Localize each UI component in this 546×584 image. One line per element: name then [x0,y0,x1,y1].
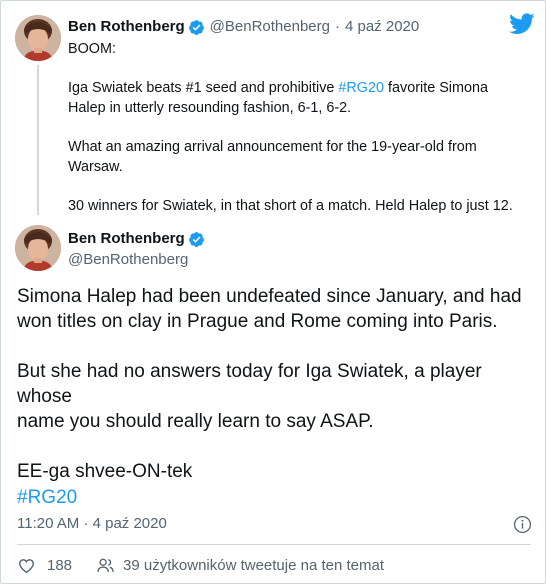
parent-text-line: What an amazing arrival announcement for… [68,139,477,155]
verified-badge-icon [188,19,204,35]
parent-tweet-text: BOOM: Iga Swiatek beats #1 seed and proh… [68,39,534,216]
parent-avatar[interactable] [15,15,61,61]
people-tweeting-link[interactable]: 39 użytkowników tweetuje na ten temat [123,557,384,574]
main-text-line: name you should really learn to say ASAP… [17,411,374,432]
main-tweet-text: Simona Halep had been undefeated since J… [17,284,537,484]
parent-tweet-date[interactable]: 4 paź 2020 [345,17,419,37]
main-author-name[interactable]: Ben Rothenberg [68,229,185,249]
verified-badge-icon [188,231,204,247]
parent-text-line: Iga Swiatek beats #1 seed and prohibitiv… [68,80,488,96]
divider [17,544,531,545]
people-icon[interactable] [96,556,115,575]
main-text-line: EE-ga shvee-ON-tek [17,461,193,482]
main-text-line: But she had no answers today for Iga Swi… [17,361,482,407]
heart-icon[interactable] [17,556,36,575]
parent-text-line: 30 winners for Swiatek, in that short of… [68,198,513,214]
main-text-line: won titles on clay in Prague and Rome co… [17,311,498,332]
main-hashtag-link[interactable]: #RG20 [17,485,77,510]
info-icon[interactable] [513,515,532,534]
parent-text-line: Halep in utterly resounding fashion, 6-1… [68,100,352,116]
main-author-name-row: Ben Rothenberg [68,229,210,249]
embedded-tweet-card: Ben Rothenberg @BenRothenberg · 4 paź 20… [0,0,546,584]
main-text-line: Simona Halep had been undefeated since J… [17,286,522,307]
parent-author-handle[interactable]: @BenRothenberg [210,17,330,37]
parent-hashtag-link[interactable]: #RG20 [338,80,384,96]
twitter-bird-icon[interactable] [509,13,535,35]
parent-author-name[interactable]: Ben Rothenberg [68,17,185,37]
main-avatar[interactable] [15,225,61,271]
header-separator: · [334,18,340,35]
tweet-actions: 188 39 użytkowników tweetuje na ten tema… [17,554,384,576]
tweet-timestamp[interactable]: 11:20 AM · 4 paź 2020 [17,514,167,534]
parent-text-line: Warsaw. [68,159,123,175]
parent-text-line: BOOM: [68,41,116,57]
parent-tweet-header: Ben Rothenberg @BenRothenberg · 4 paź 20… [68,17,419,37]
like-count[interactable]: 188 [47,557,72,574]
thread-connector-line [37,65,39,215]
main-author-handle[interactable]: @BenRothenberg [68,250,188,270]
